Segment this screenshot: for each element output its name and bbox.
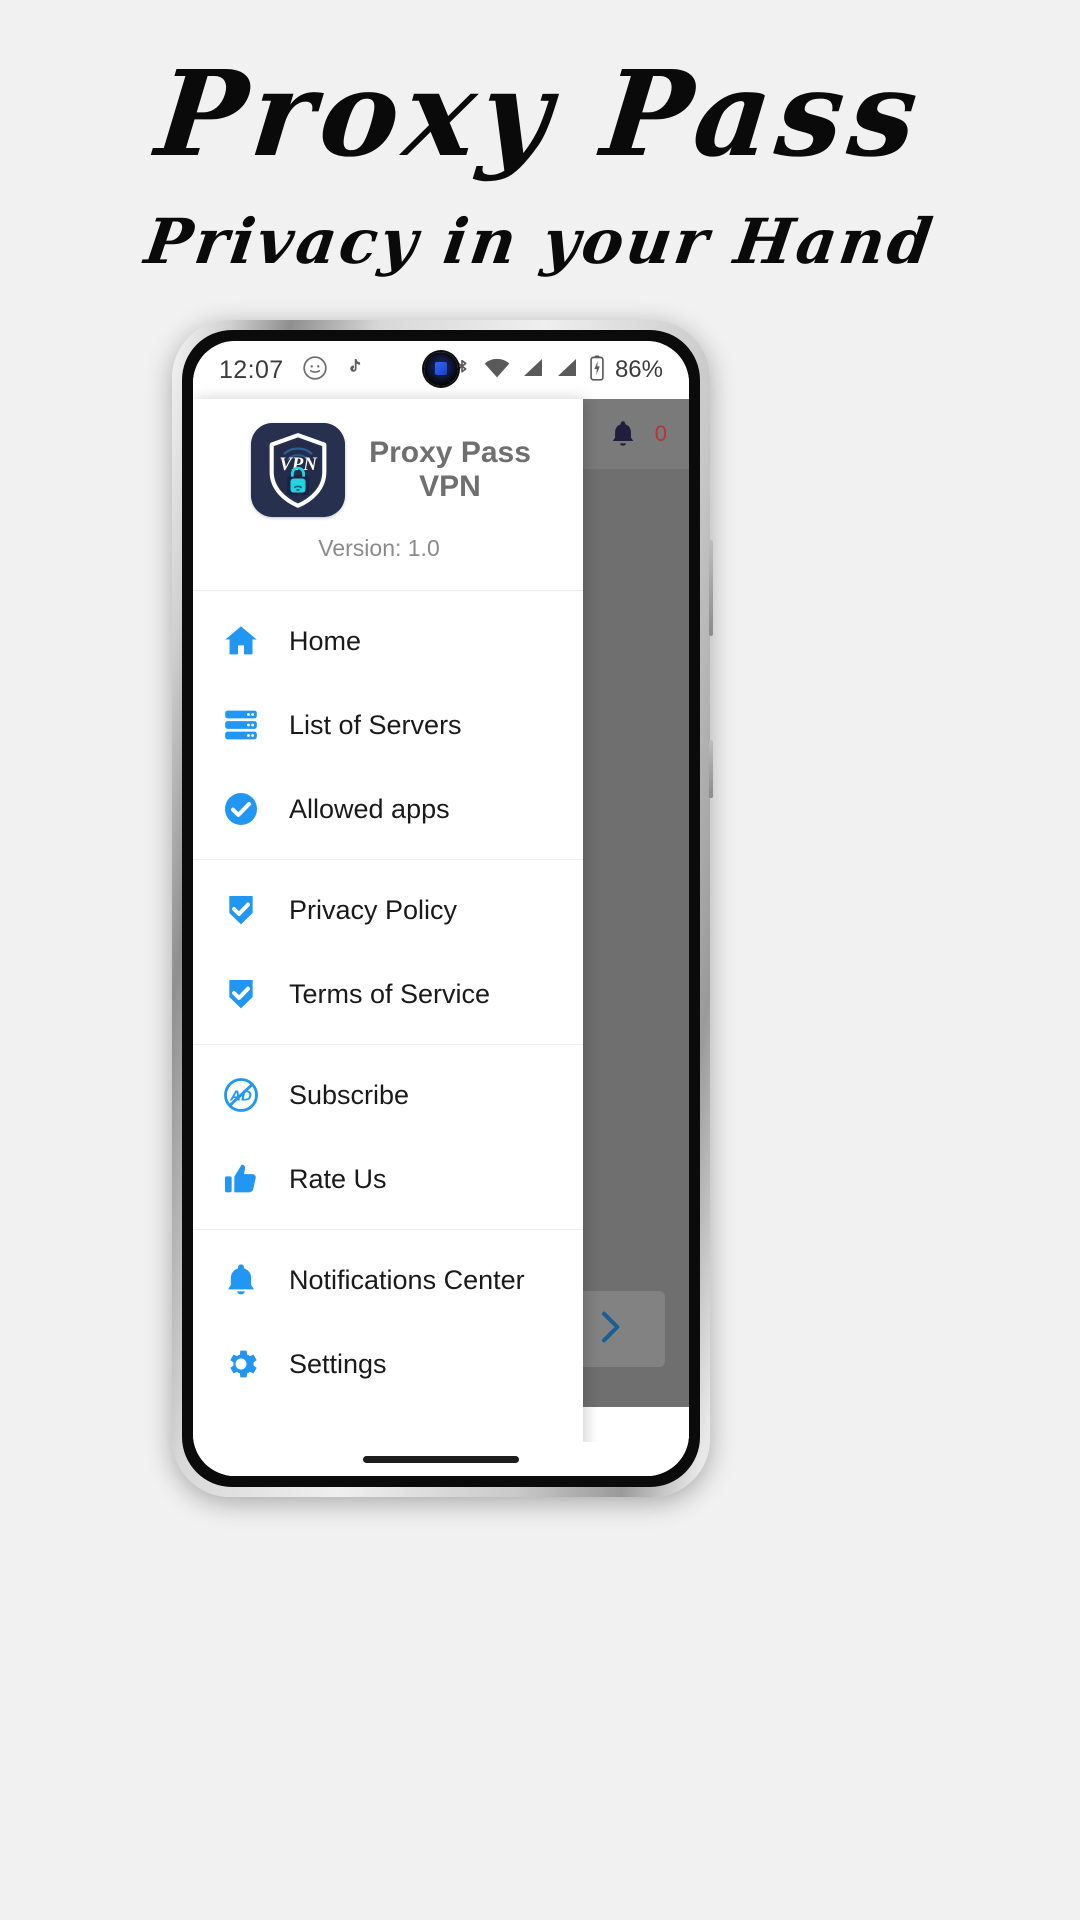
volume-button[interactable]	[709, 540, 713, 636]
sidebar-item-label: Rate Us	[289, 1163, 387, 1194]
status-right-icons: 86%	[451, 354, 663, 386]
sidebar-item-allowed-apps[interactable]: Allowed apps	[193, 767, 583, 851]
drawer-group-4: Notifications Center Settings	[193, 1229, 583, 1414]
sidebar-item-terms-of-service[interactable]: Terms of Service	[193, 952, 583, 1036]
phone-screen: 12:07 86% 0 VPN Proxy Pass VPN Version: …	[193, 341, 689, 1476]
poster-page: Proxy Pass Privacy in your Hand 12:07 86…	[0, 0, 1080, 1920]
power-button[interactable]	[709, 740, 713, 798]
servers-icon	[219, 703, 263, 747]
gesture-bar-area	[193, 1442, 689, 1476]
sidebar-item-label: Terms of Service	[289, 978, 491, 1009]
app-content-area: AD 0	[193, 399, 689, 1476]
sidebar-item-notifications-center[interactable]: Notifications Center	[193, 1238, 583, 1322]
sidebar-item-label: Home	[289, 625, 362, 656]
bell-icon[interactable]	[603, 414, 643, 454]
shield-check-icon	[219, 972, 263, 1016]
drawer-app-name-line1: Proxy Pass	[369, 435, 531, 469]
navigation-drawer: VPN Proxy Pass VPN Version: 1.0 Home Lis…	[193, 399, 583, 1476]
wifi-icon	[483, 356, 511, 385]
drawer-identity-row: VPN Proxy Pass VPN	[241, 423, 535, 517]
sidebar-item-rate-us[interactable]: Rate Us	[193, 1137, 583, 1221]
drawer-group-1: Home List of Servers Allowed apps	[193, 590, 583, 859]
svg-text:VPN: VPN	[279, 454, 318, 475]
poster-title: Proxy Pass	[150, 44, 930, 183]
tiktok-icon	[342, 355, 366, 386]
sidebar-item-label: Notifications Center	[289, 1264, 525, 1295]
home-icon	[219, 619, 263, 663]
no-ads-icon: AD	[219, 1073, 263, 1117]
sidebar-item-subscribe[interactable]: AD Subscribe	[193, 1053, 583, 1137]
app-logo-icon: VPN	[251, 423, 345, 517]
sidebar-item-label: Settings	[289, 1348, 387, 1379]
shield-check-icon	[219, 888, 263, 932]
signal-2-icon	[555, 356, 579, 385]
poster-headline-block: Proxy Pass Privacy in your Hand	[0, 44, 1080, 278]
drawer-app-name-line2: VPN	[419, 470, 481, 503]
phone-mockup: 12:07 86% 0 VPN Proxy Pass VPN Version: …	[172, 320, 713, 1497]
sidebar-item-privacy-policy[interactable]: Privacy Policy	[193, 868, 583, 952]
drawer-group-3: AD Subscribe	[193, 1044, 583, 1229]
poster-subtitle: Privacy in your Hand	[140, 205, 940, 278]
sidebar-item-label: Subscribe	[289, 1079, 410, 1110]
sidebar-item-label: Allowed apps	[289, 793, 450, 824]
snapchat-icon	[302, 355, 328, 386]
drawer-app-name: Proxy Pass VPN	[365, 436, 535, 504]
battery-icon	[589, 354, 605, 386]
battery-percent: 86%	[614, 356, 663, 383]
sidebar-item-settings[interactable]: Settings	[193, 1322, 583, 1406]
sidebar-item-label: Privacy Policy	[289, 894, 458, 925]
gear-icon	[219, 1342, 263, 1386]
thumbs-up-icon	[219, 1157, 263, 1201]
signal-icon	[521, 356, 545, 385]
front-camera-icon	[424, 352, 458, 386]
sidebar-item-list-of-servers[interactable]: List of Servers	[193, 683, 583, 767]
status-left-icons	[302, 355, 366, 386]
phone-bezel: 12:07 86% 0 VPN Proxy Pass VPN Version: …	[182, 330, 700, 1487]
check-circle-icon	[219, 787, 263, 831]
notification-count: 0	[654, 421, 667, 446]
drawer-group-2: Privacy Policy Terms of Service	[193, 859, 583, 1044]
gesture-bar[interactable]	[363, 1455, 519, 1463]
sidebar-item-label: List of Servers	[289, 709, 462, 740]
bell-icon	[219, 1258, 263, 1302]
sidebar-item-home[interactable]: Home	[193, 599, 583, 683]
drawer-version: Version: 1.0	[318, 535, 440, 561]
drawer-header: VPN Proxy Pass VPN Version: 1.0	[193, 399, 583, 572]
chevron-right-icon	[589, 1307, 629, 1352]
status-time: 12:07	[219, 355, 284, 384]
